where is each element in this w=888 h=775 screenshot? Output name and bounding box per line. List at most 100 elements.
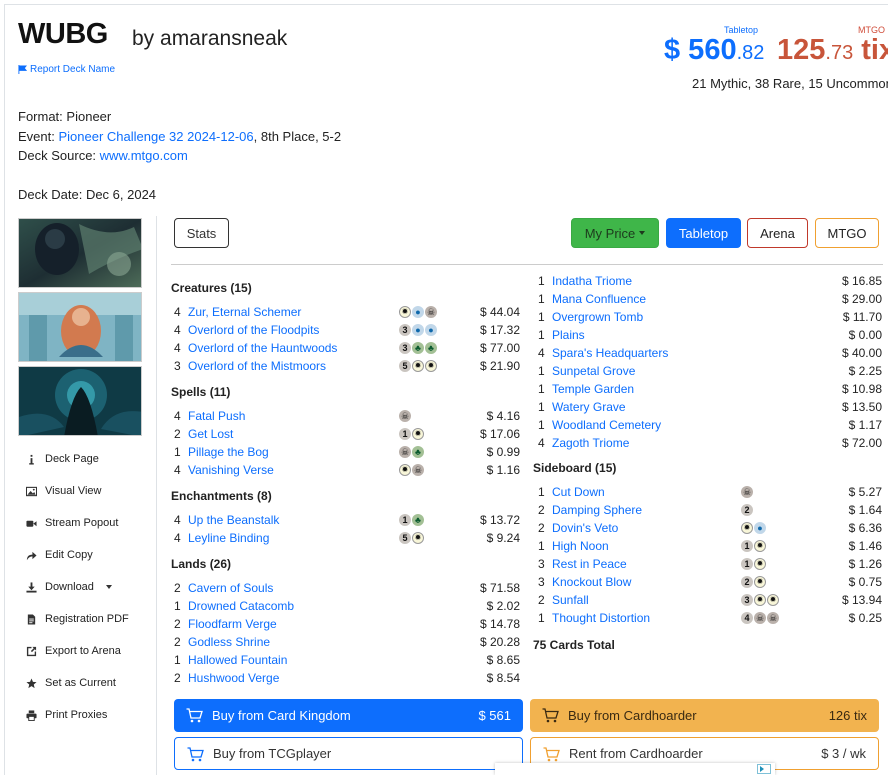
card-name-link[interactable]: Floodfarm Verge [188,617,277,631]
card-name-link[interactable]: Drowned Catacomb [188,599,294,613]
card-name-link[interactable]: Temple Garden [552,382,634,396]
arena-toggle[interactable]: Arena [747,218,808,248]
source-link[interactable]: www.mtgo.com [100,148,188,163]
card-name-link[interactable]: Sunfall [552,593,589,607]
card-name-link[interactable]: Damping Sphere [552,503,642,517]
card-name-link[interactable]: Cavern of Souls [188,581,273,595]
card-name-link[interactable]: Overlord of the Mistmoors [188,359,326,373]
card-name-link[interactable]: Hushwood Verge [188,671,279,685]
card-name-link[interactable]: Get Lost [188,427,233,441]
buy-cardhoarder-button[interactable]: Buy from Cardhoarder 126 tix [530,699,879,732]
card-name-link[interactable]: Rest in Peace [552,557,627,571]
card-name-link[interactable]: Up the Beanstalk [188,513,279,527]
card-name-link[interactable]: Dovin's Veto [552,521,618,535]
card-price: $ 10.98 [841,382,882,396]
buy-card-kingdom-price: $ 561 [478,708,511,723]
card-name-link[interactable]: Pillage the Bog [188,445,269,459]
card-name-link[interactable]: Fatal Push [188,409,245,423]
card-price: $ 17.32 [479,323,520,337]
card-row: 4 Up the Beanstalk 1 ♣ $ 13.72 [174,511,520,529]
star-icon [26,677,37,688]
cart-icon [186,708,203,723]
card-row: 2 Damping Sphere 2 $ 1.64 [538,501,882,519]
section-count: (8) [257,489,272,503]
card-name-link[interactable]: Spara's Headquarters [552,346,668,360]
card-quantity: 4 [538,436,545,450]
section-spells-header: Spells (11) [171,385,230,399]
card-row: 1 Hallowed Fountain $ 8.65 [174,651,520,669]
card-quantity: 1 [538,382,545,396]
generic-mana-3-icon: 3 [399,324,411,336]
card-name-link[interactable]: Sunpetal Grove [552,364,635,378]
card-name-link[interactable]: Zur, Eternal Schemer [188,305,301,319]
white-mana-icon: ✹ [412,360,424,372]
card-quantity: 4 [174,463,181,477]
mana-cost: 1 ✹ [741,558,766,570]
generic-mana-3-icon: 3 [399,342,411,354]
white-mana-icon: ✹ [754,594,766,606]
card-name-link[interactable]: Overgrown Tomb [552,310,643,324]
card-name-link[interactable]: Leyline Binding [188,531,269,545]
card-name-link[interactable]: Plains [552,328,585,342]
section-count: (11) [209,385,231,399]
card-name-link[interactable]: Woodland Cemetery [552,418,661,432]
card-name-link[interactable]: Indatha Triome [552,274,632,288]
chevron-down-icon [639,231,646,235]
sidebar-item-visual-view[interactable]: Visual View [26,485,101,497]
card-row: 4 Fatal Push ☠ $ 4.16 [174,407,520,425]
card-name-link[interactable]: Overlord of the Floodpits [188,323,319,337]
card-name-link[interactable]: Overlord of the Hauntwoods [188,341,337,355]
ad-banner[interactable] [495,763,775,775]
card-row: 2 Sunfall 3 ✹ ✹ $ 13.94 [538,591,882,609]
buy-card-kingdom-button[interactable]: Buy from Card Kingdom $ 561 [174,699,523,732]
sidebar-item-export-to-arena[interactable]: Export to Arena [26,645,121,657]
card-name-link[interactable]: Godless Shrine [188,635,270,649]
report-deck-name-link[interactable]: Report Deck Name [18,64,115,75]
generic-mana-1-icon: 1 [399,428,411,440]
generic-mana-5-icon: 5 [399,532,411,544]
card-price: $ 8.65 [486,653,520,667]
blue-mana-icon: ● [754,522,766,534]
stats-button[interactable]: Stats [174,218,229,248]
card-name-link[interactable]: Zagoth Triome [552,436,629,450]
card-name-link[interactable]: High Noon [552,539,609,553]
card-name-link[interactable]: Cut Down [552,485,605,499]
card-quantity: 1 [538,485,545,499]
card-name-link[interactable]: Thought Distortion [552,611,650,625]
card-price: $ 6.36 [848,521,882,535]
sidebar-item-print-proxies[interactable]: Print Proxies [26,709,107,721]
sidebar-item-label: Visual View [45,485,102,497]
white-mana-icon: ✹ [399,464,411,476]
sidebar-item-deck-page[interactable]: Deck Page [26,453,99,465]
sidebar-item-download[interactable]: Download [26,581,112,593]
white-mana-icon: ✹ [767,594,779,606]
my-price-dropdown[interactable]: My Price [571,218,659,248]
event-link[interactable]: Pioneer Challenge 32 2024-12-06 [58,129,253,144]
card-price: $ 72.00 [841,436,882,450]
card-name-link[interactable]: Knockout Blow [552,575,631,589]
mtgo-toggle[interactable]: MTGO [815,218,879,248]
sidebar-item-registration-pdf[interactable]: Registration PDF [26,613,129,625]
mana-cost: ✹ ● [741,522,766,534]
card-price: $ 40.00 [841,346,882,360]
mana-cost: 2 [741,504,753,516]
frame-border-top [4,4,888,5]
card-name-link[interactable]: Hallowed Fountain [188,653,287,667]
card-quantity: 1 [538,539,545,553]
event-label: Event: [18,129,55,144]
sidebar-item-set-as-current[interactable]: Set as Current [26,677,116,689]
sidebar-item-stream-popout[interactable]: Stream Popout [26,517,118,529]
card-name-link[interactable]: Vanishing Verse [188,463,274,477]
info-icon [29,454,34,465]
sidebar-item-edit-copy[interactable]: Edit Copy [26,549,93,561]
card-row: 4 Spara's Headquarters $ 40.00 [538,344,882,362]
card-price: $ 20.28 [479,635,520,649]
card-name-link[interactable]: Mana Confluence [552,292,646,306]
tabletop-toggle[interactable]: Tabletop [666,218,741,248]
buy-tcgplayer-button[interactable]: Buy from TCGplayer [174,737,523,770]
card-name-link[interactable]: Watery Grave [552,400,626,414]
mtgo-whole: 125 [777,34,826,66]
card-art-thumbnail[interactable] [18,366,142,436]
card-art-thumbnail[interactable] [18,218,142,288]
card-art-thumbnail[interactable] [18,292,142,362]
